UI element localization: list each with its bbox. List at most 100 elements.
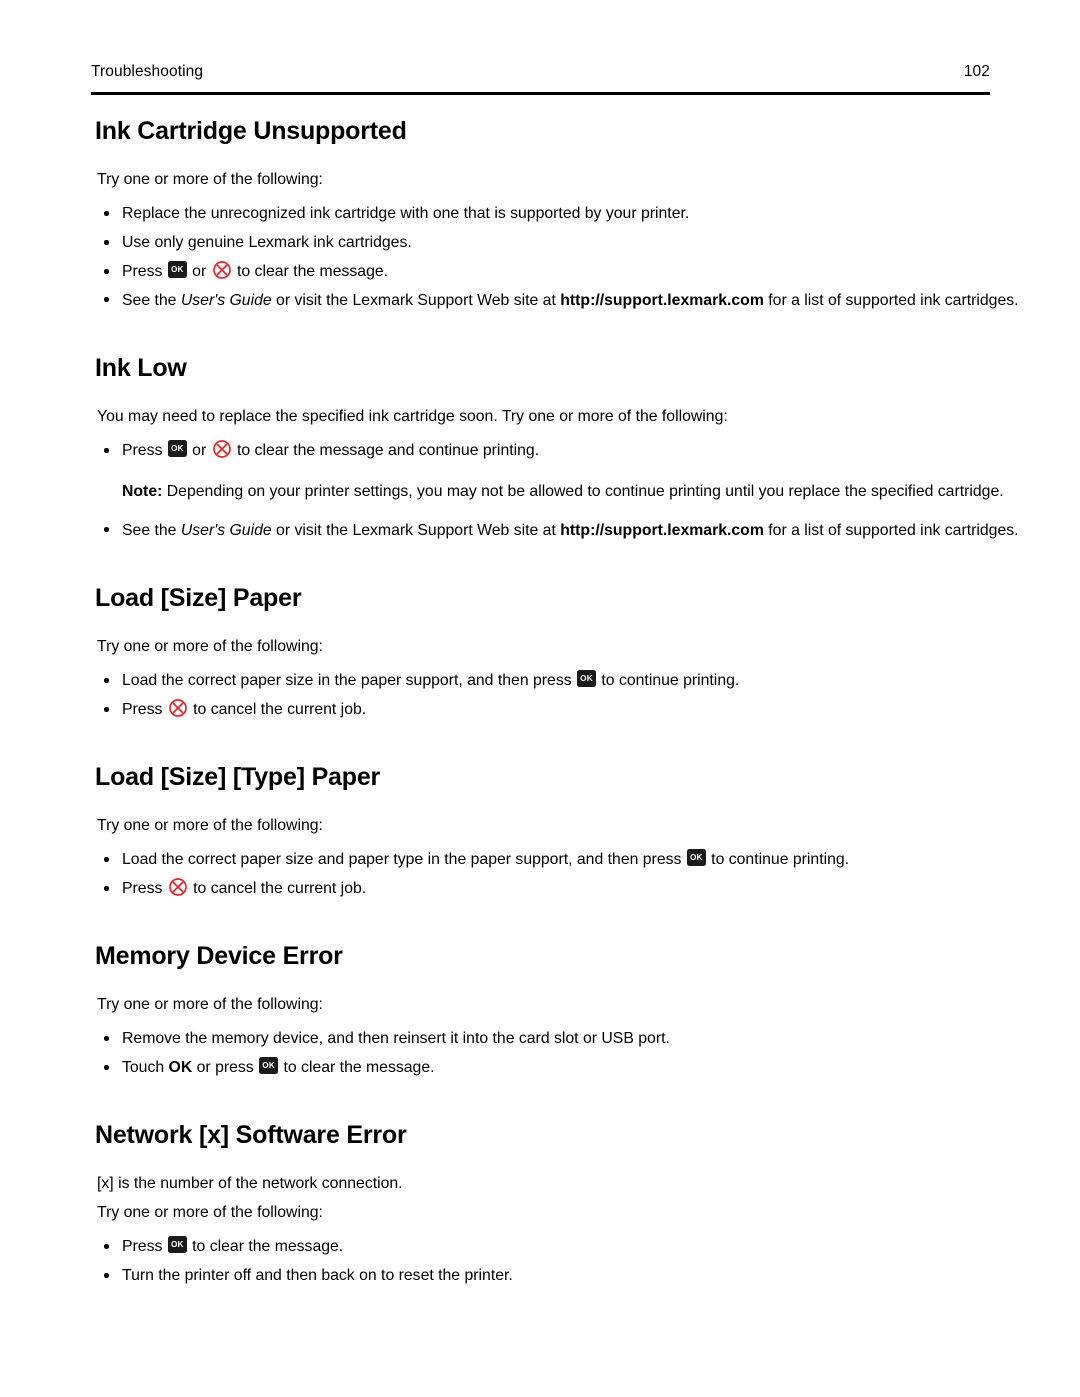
bullet-dot-icon: [104, 448, 109, 453]
cancel-button-icon: [168, 877, 188, 897]
list-item-text: Press: [122, 880, 167, 897]
list-item-text: for a list of supported ink cartridges.: [763, 292, 1019, 309]
bullet-list: Press or to clear the message and contin…: [97, 436, 1080, 545]
list-item-text: See the: [122, 522, 181, 539]
list-item-text: or press: [192, 1059, 259, 1076]
section-intro-text: You may need to replace the specified in…: [97, 408, 728, 425]
bullet-list: Replace the unrecognized ink cartridge w…: [97, 199, 1080, 315]
bullet-dot-icon: [104, 527, 109, 532]
section-memory-device-error: Memory Device Error Try one or more of t…: [0, 941, 1080, 1082]
list-item-text: Press: [122, 1238, 167, 1255]
section-heading: Ink Cartridge Unsupported: [95, 117, 407, 145]
list-item: Replace the unrecognized ink cartridge w…: [97, 199, 1080, 228]
list-item: Press to cancel the current job.: [97, 874, 1080, 903]
section-heading: Ink Low: [95, 354, 187, 382]
list-item-text: or: [187, 263, 211, 280]
bullet-list: Load the correct paper size and paper ty…: [97, 845, 1080, 903]
section-network-x-software-error: Network [x] Software Error [x] is the nu…: [0, 1120, 1080, 1290]
cancel-button-icon: [212, 439, 232, 459]
list-item-text: to cancel the current job.: [188, 880, 367, 897]
list-item: Remove the memory device, and then reins…: [97, 1024, 1080, 1053]
bullet-dot-icon: [104, 886, 109, 891]
cancel-button-icon: [212, 260, 232, 280]
list-item: Load the correct paper size and paper ty…: [97, 845, 1080, 874]
list-item: Press to clear the message.: [97, 1232, 1080, 1261]
list-item: Use only genuine Lexmark ink cartridges.: [97, 228, 1080, 257]
section-load-size-type-paper: Load [Size] [Type] Paper Try one or more…: [0, 762, 1080, 903]
header-chapter-title: Troubleshooting: [91, 63, 204, 80]
bullet-dot-icon: [104, 240, 109, 245]
list-item: Press or to clear the message.: [97, 257, 1080, 286]
list-item-text: Press: [122, 701, 167, 718]
list-item: Load the correct paper size in the paper…: [97, 666, 1080, 695]
bullet-list: Load the correct paper size in the paper…: [97, 666, 1080, 724]
users-guide-reference: User's Guide: [180, 522, 272, 539]
ok-button-icon: [259, 1057, 279, 1074]
list-item: Press to cancel the current job.: [97, 695, 1080, 724]
section-intro-text: Try one or more of the following:: [97, 638, 323, 655]
list-item-text: to cancel the current job.: [188, 701, 367, 718]
section-heading: Memory Device Error: [95, 942, 343, 970]
ok-keyword: OK: [168, 1059, 193, 1076]
list-item-text: for a list of supported ink cartridges.: [763, 522, 1019, 539]
ok-button-icon: [167, 261, 187, 278]
list-item-text: Replace the unrecognized ink cartridge w…: [122, 205, 690, 222]
bullet-dot-icon: [104, 1273, 109, 1278]
page-number: 102: [963, 63, 990, 80]
list-item-text: to continue printing.: [597, 672, 740, 689]
list-item-text: to clear the message and continue printi…: [232, 442, 540, 459]
bullet-dot-icon: [104, 1244, 109, 1249]
ok-button-icon: [167, 1236, 187, 1253]
support-url[interactable]: http://support.lexmark.com: [560, 522, 764, 539]
list-item-text: Use only genuine Lexmark ink cartridges.: [122, 234, 412, 251]
page-content: Ink Cartridge Unsupported Try one or mor…: [0, 116, 1080, 1290]
bullet-dot-icon: [104, 1036, 109, 1041]
list-item-text: or visit the Lexmark Support Web site at: [271, 292, 561, 309]
note-block: Note: Depending on your printer settings…: [97, 477, 1080, 506]
section-intro-text-secondary: Try one or more of the following:: [97, 1204, 323, 1221]
list-item-text: to clear the message.: [187, 1238, 344, 1255]
bullet-dot-icon: [104, 678, 109, 683]
document-page: Troubleshooting 102 Ink Cartridge Unsupp…: [0, 0, 1080, 1397]
list-item-text: Load the correct paper size in the paper…: [122, 672, 577, 689]
note-label: Note:: [122, 483, 163, 500]
list-item-text: Remove the memory device, and then reins…: [122, 1030, 670, 1047]
bullet-list: Press to clear the message. Turn the pri…: [97, 1232, 1080, 1290]
bullet-dot-icon: [104, 269, 109, 274]
list-item-text: to clear the message.: [279, 1059, 435, 1076]
users-guide-reference: User's Guide: [180, 292, 272, 309]
bullet-dot-icon: [104, 1065, 109, 1070]
section-intro-text: Try one or more of the following:: [97, 996, 323, 1013]
list-item: See the User's Guide or visit the Lexmar…: [97, 516, 1080, 545]
header-divider-rule: [91, 92, 990, 95]
bullet-dot-icon: [104, 857, 109, 862]
list-item-text: or: [187, 442, 211, 459]
list-item-text: Load the correct paper size and paper ty…: [122, 851, 686, 868]
list-item: See the User's Guide or visit the Lexmar…: [97, 286, 1080, 315]
cancel-button-icon: [168, 698, 188, 718]
ok-button-icon: [577, 670, 597, 687]
bullet-list: Remove the memory device, and then reins…: [97, 1024, 1080, 1082]
list-item-text: Touch: [122, 1059, 169, 1076]
list-item-text: Press: [122, 263, 167, 280]
section-ink-low: Ink Low You may need to replace the spec…: [0, 353, 1080, 545]
section-heading: Network [x] Software Error: [95, 1121, 407, 1149]
section-heading: Load [Size] Paper: [95, 584, 302, 612]
note-text: Depending on your printer settings, you …: [162, 483, 1004, 500]
section-ink-cartridge-unsupported: Ink Cartridge Unsupported Try one or mor…: [0, 116, 1080, 315]
bullet-dot-icon: [104, 211, 109, 216]
list-item: Touch OK or press to clear the message.: [97, 1053, 1080, 1082]
list-item-text: or visit the Lexmark Support Web site at: [271, 522, 561, 539]
list-item-text: to clear the message.: [232, 263, 389, 280]
bullet-dot-icon: [104, 707, 109, 712]
list-item-text: Press: [122, 442, 167, 459]
list-item: Press or to clear the message and contin…: [97, 436, 1080, 465]
ok-button-icon: [686, 849, 706, 866]
section-heading: Load [Size] [Type] Paper: [95, 763, 381, 791]
list-item-text: See the: [122, 292, 181, 309]
bullet-dot-icon: [104, 297, 109, 302]
ok-button-icon: [167, 440, 187, 457]
section-intro-text: Try one or more of the following:: [97, 817, 323, 834]
list-item: Turn the printer off and then back on to…: [97, 1261, 1080, 1290]
support-url[interactable]: http://support.lexmark.com: [560, 292, 764, 309]
